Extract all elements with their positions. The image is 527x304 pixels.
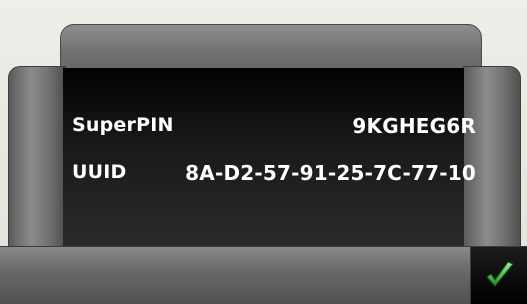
superpin-label: SuperPIN [72,114,174,136]
bottom-toolbar [0,246,470,304]
uuid-row: UUID 8A-D2-57-91-25-7C-77-10 [72,155,476,189]
left-side-frame [8,66,66,258]
checkmark-icon [485,260,514,287]
superpin-row: SuperPIN 9KGHEG6R [72,108,476,142]
uuid-value: 8A-D2-57-91-25-7C-77-10 [185,161,476,185]
superpin-value: 9KGHEG6R [352,114,476,138]
ok-button[interactable] [470,246,527,304]
uuid-label: UUID [72,161,127,183]
